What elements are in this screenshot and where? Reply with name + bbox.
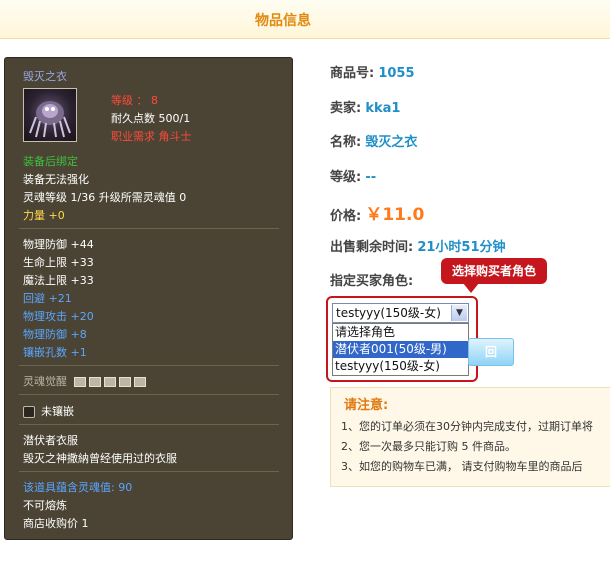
item-number: 1055 bbox=[378, 66, 415, 81]
seller-label: 卖家: bbox=[330, 101, 362, 116]
level-label: 等级: bbox=[330, 170, 362, 185]
buyer-role-select[interactable]: testyyy(150级-女) ▼ bbox=[332, 303, 469, 323]
buyer-label: 指定买家角色: bbox=[330, 274, 414, 289]
level-value: -- bbox=[365, 170, 377, 185]
divider bbox=[19, 228, 279, 229]
notice-item: 3、如您的购物车已满， 请支付购物车里的商品后 bbox=[341, 460, 583, 473]
item-strength: 力量 +0 bbox=[23, 209, 65, 222]
divider bbox=[19, 365, 279, 366]
buyer-row: 指定买家角色: bbox=[330, 270, 413, 289]
option-item[interactable]: testyyy(150级-女) bbox=[333, 358, 468, 375]
item-image bbox=[23, 88, 77, 142]
item-soul-level: 灵魂等级 1/36 升级所需灵魂值 0 bbox=[23, 191, 187, 204]
awaken-gem-icon bbox=[133, 377, 146, 387]
stat-line: 生命上限 +33 bbox=[23, 256, 94, 269]
name-row: 名称: 毁灭之衣 bbox=[330, 131, 417, 150]
chevron-down-icon[interactable]: ▼ bbox=[451, 305, 467, 321]
item-soul-value: 该道具蕴含灵魂值: 90 bbox=[23, 481, 133, 494]
stat-line: 物理防御 +44 bbox=[23, 238, 94, 251]
item-shop-price: 商店收购价 1 bbox=[23, 517, 89, 530]
select-value: testyyy(150级-女) bbox=[336, 306, 441, 320]
remain-label: 出售剩余时间: bbox=[330, 240, 414, 255]
page-title: 物品信息 bbox=[255, 13, 311, 29]
item-number-label: 商品号: bbox=[330, 66, 375, 81]
stat-line: 魔法上限 +33 bbox=[23, 274, 94, 287]
buyer-tooltip: 选择购买者角色 bbox=[441, 258, 547, 293]
socket-icon bbox=[23, 406, 35, 418]
divider bbox=[19, 424, 279, 425]
item-durability: 耐久点数 500/1 bbox=[111, 112, 191, 125]
item-bind: 装备后绑定 bbox=[23, 155, 78, 168]
item-requirement: 职业需求 角斗士 bbox=[111, 130, 192, 143]
stat-line-bonus: 镶嵌孔数 +1 bbox=[23, 346, 87, 359]
divider bbox=[19, 394, 279, 395]
item-no-smelt: 不可熔炼 bbox=[23, 499, 67, 512]
item-tooltip-card: 毁灭之衣 等级 ： 8 耐久点数 500/1 职业需求 角斗士 装备后绑定 装备… bbox=[4, 57, 293, 540]
socket-label: 未镶嵌 bbox=[41, 405, 74, 418]
seller-name: kka1 bbox=[365, 101, 401, 116]
option-item-highlighted[interactable]: 潜伏者001(50级-男) bbox=[333, 341, 468, 358]
page-header: 物品信息 bbox=[0, 0, 610, 39]
price-label: 价格: bbox=[330, 209, 362, 224]
remain-value: 21小时51分钟 bbox=[417, 240, 506, 255]
level-row: 等级: -- bbox=[330, 166, 376, 185]
soul-awaken: 灵魂觉醒 bbox=[23, 373, 146, 389]
price-value: ￥11.0 bbox=[365, 205, 425, 225]
buyer-role-options: 请选择角色 潜伏者001(50级-男) testyyy(150级-女) bbox=[332, 323, 469, 376]
stat-line-bonus: 物理攻击 +20 bbox=[23, 310, 94, 323]
awaken-gem-icon bbox=[118, 377, 131, 387]
notice-item: 1、您的订单必须在30分钟内完成支付，过期订单将 bbox=[341, 420, 593, 433]
item-number-row: 商品号: 1055 bbox=[330, 62, 415, 81]
item-desc-title: 潜伏者衣服 bbox=[23, 434, 78, 447]
soul-awaken-label: 灵魂觉醒 bbox=[23, 375, 67, 388]
notice-item: 2、您一次最多只能订购 5 件商品。 bbox=[341, 440, 516, 453]
buy-button[interactable]: 回 bbox=[468, 338, 514, 366]
awaken-gem-icon bbox=[88, 377, 101, 387]
item-no-enhance: 装备无法强化 bbox=[23, 173, 89, 186]
divider bbox=[19, 471, 279, 472]
option-item[interactable]: 请选择角色 bbox=[333, 324, 468, 341]
price-row: 价格: ￥11.0 bbox=[330, 200, 424, 225]
item-desc-text: 毁灭之神撒納曾经使用过的衣服 bbox=[23, 452, 177, 465]
item-level: 等级 ： 8 bbox=[111, 94, 158, 107]
item-name: 毁灭之衣 bbox=[23, 70, 67, 83]
remain-row: 出售剩余时间: 21小时51分钟 bbox=[330, 236, 506, 255]
awaken-gem-icon bbox=[73, 377, 86, 387]
stat-line-bonus: 回避 +21 bbox=[23, 292, 72, 305]
stat-line-bonus: 物理防御 +8 bbox=[23, 328, 87, 341]
notice-title: 请注意: bbox=[344, 398, 389, 413]
awaken-gem-icon bbox=[103, 377, 116, 387]
item-title: 毁灭之衣 bbox=[365, 135, 418, 150]
name-label: 名称: bbox=[330, 135, 362, 150]
seller-row: 卖家: kka1 bbox=[330, 97, 400, 116]
notice-box: 请注意: 1、您的订单必须在30分钟内完成支付，过期订单将 2、您一次最多只能订… bbox=[330, 387, 610, 487]
socket-row: 未镶嵌 bbox=[23, 403, 74, 419]
armor-icon bbox=[29, 101, 71, 138]
